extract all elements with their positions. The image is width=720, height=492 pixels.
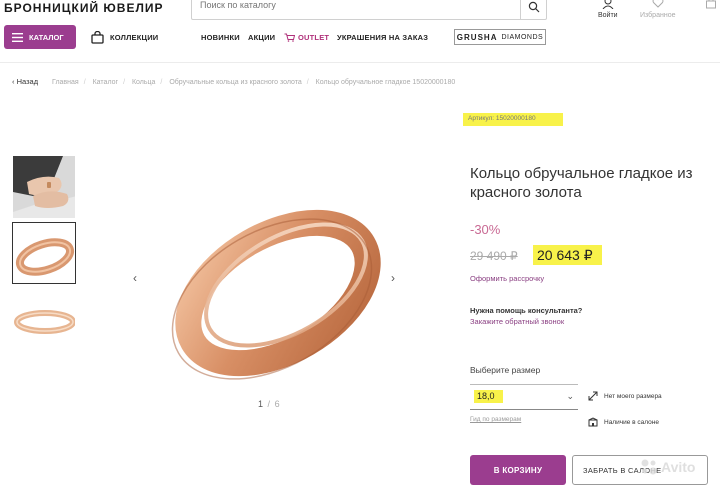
header-divider <box>0 62 720 63</box>
thumbnail-hands[interactable] <box>12 155 76 219</box>
no-size-label: Нет моего размера <box>604 392 662 400</box>
crumb-home[interactable]: Главная <box>52 79 79 86</box>
bag-icon <box>706 0 716 9</box>
product-title: Кольцо обручальное гладкое из красного з… <box>470 165 693 201</box>
user-icon <box>602 0 614 10</box>
nav-sales[interactable]: АКЦИИ <box>248 33 275 42</box>
favorites-button[interactable]: Избранное <box>640 0 675 19</box>
chevron-down-icon: ⌄ <box>566 391 574 401</box>
resize-arrows-icon <box>588 391 598 401</box>
site-logo[interactable]: БРОННИЦКИЙ ЮВЕЛИР <box>4 1 164 15</box>
grusha-diamonds-link[interactable]: GRUSHA DIAMONDS <box>454 29 546 45</box>
size-value: 18,0 <box>474 390 503 403</box>
chevron-left-icon: ‹ <box>133 271 137 285</box>
heart-icon <box>652 0 664 8</box>
in-store-link[interactable]: Наличие в салоне <box>588 417 659 427</box>
grusha-sub: DIAMONDS <box>501 33 544 41</box>
crumb-catalog[interactable]: Каталог <box>93 79 118 86</box>
ring-thumb-image <box>13 223 75 283</box>
collections-link[interactable]: КОЛЛЕКЦИИ <box>91 31 158 44</box>
breadcrumb: ‹ Назад Главная / Каталог / Кольца / Обруча… <box>12 77 456 86</box>
nav-custom-jewelry[interactable]: УКРАШЕНИЯ НА ЗАКАЗ <box>337 33 428 42</box>
discount-badge: -30% <box>470 222 501 237</box>
collections-label: КОЛЛЕКЦИИ <box>110 33 159 42</box>
installment-link[interactable]: Оформить рассрочку <box>470 274 544 283</box>
thumbnail-ring-active[interactable] <box>12 222 76 284</box>
nav-new[interactable]: НОВИНКИ <box>201 33 240 42</box>
hands-image <box>13 156 75 218</box>
store-icon <box>588 417 598 427</box>
callback-link[interactable]: Закажите обратный звонок <box>470 317 564 326</box>
old-price: 29 490 ₽ <box>470 249 518 263</box>
catalog-button[interactable]: КАТАЛОГ <box>4 25 76 49</box>
pager-total: 6 <box>274 399 281 409</box>
size-guide-link[interactable]: Гид по размерам <box>470 416 521 423</box>
crumb-wedding-rings[interactable]: Обручальные кольца из красного золота <box>169 79 301 86</box>
add-to-cart-button[interactable]: В КОРЗИНУ <box>470 455 566 485</box>
menu-icon <box>12 32 23 42</box>
catalog-label: КАТАЛОГ <box>29 32 64 42</box>
gallery-pager: 1 / 6 <box>258 399 281 409</box>
search-box[interactable] <box>191 0 547 20</box>
bag-icon <box>91 31 104 44</box>
avito-text: Avito <box>661 459 696 475</box>
in-store-label: Наличие в салоне <box>604 418 659 426</box>
cart-icon-button[interactable] <box>705 0 717 11</box>
login-button[interactable]: Войти <box>598 0 618 19</box>
back-link[interactable]: ‹ Назад <box>12 77 38 86</box>
main-ring-image <box>171 209 381 380</box>
search-icon <box>528 1 539 13</box>
favorites-label: Избранное <box>640 12 676 19</box>
avito-watermark: Avito <box>640 458 695 476</box>
no-size-link[interactable]: Нет моего размера <box>588 391 662 401</box>
search-button[interactable] <box>520 0 546 19</box>
search-input[interactable] <box>200 0 500 10</box>
thumbnail-ring-flat[interactable] <box>12 303 76 339</box>
pager-current: 1 <box>258 399 265 409</box>
product-sku: Артикул: 15020000180 <box>463 113 563 126</box>
grusha-brand: GRUSHA <box>456 32 498 42</box>
login-label: Войти <box>598 12 618 19</box>
nav-outlet-label: OUTLET <box>298 33 330 42</box>
size-label: Выберите размер <box>470 365 541 375</box>
crumb-rings[interactable]: Кольца <box>132 79 155 86</box>
pager-separator: / <box>267 399 272 409</box>
avito-logo-icon <box>641 459 657 475</box>
size-select[interactable]: 18,0 ⌄ <box>470 384 578 410</box>
help-question: Нужна помощь консультанта? <box>470 306 583 315</box>
back-label: Назад <box>16 77 39 86</box>
new-price: 20 643 ₽ <box>533 245 602 265</box>
crumb-current: Кольцо обручальное гладкое 15020000180 <box>315 79 456 86</box>
ring-flat-image <box>13 304 75 338</box>
prev-image-button[interactable]: ‹ <box>133 271 137 285</box>
nav-outlet[interactable]: OUTLET <box>284 33 329 42</box>
cart-icon <box>284 33 295 42</box>
